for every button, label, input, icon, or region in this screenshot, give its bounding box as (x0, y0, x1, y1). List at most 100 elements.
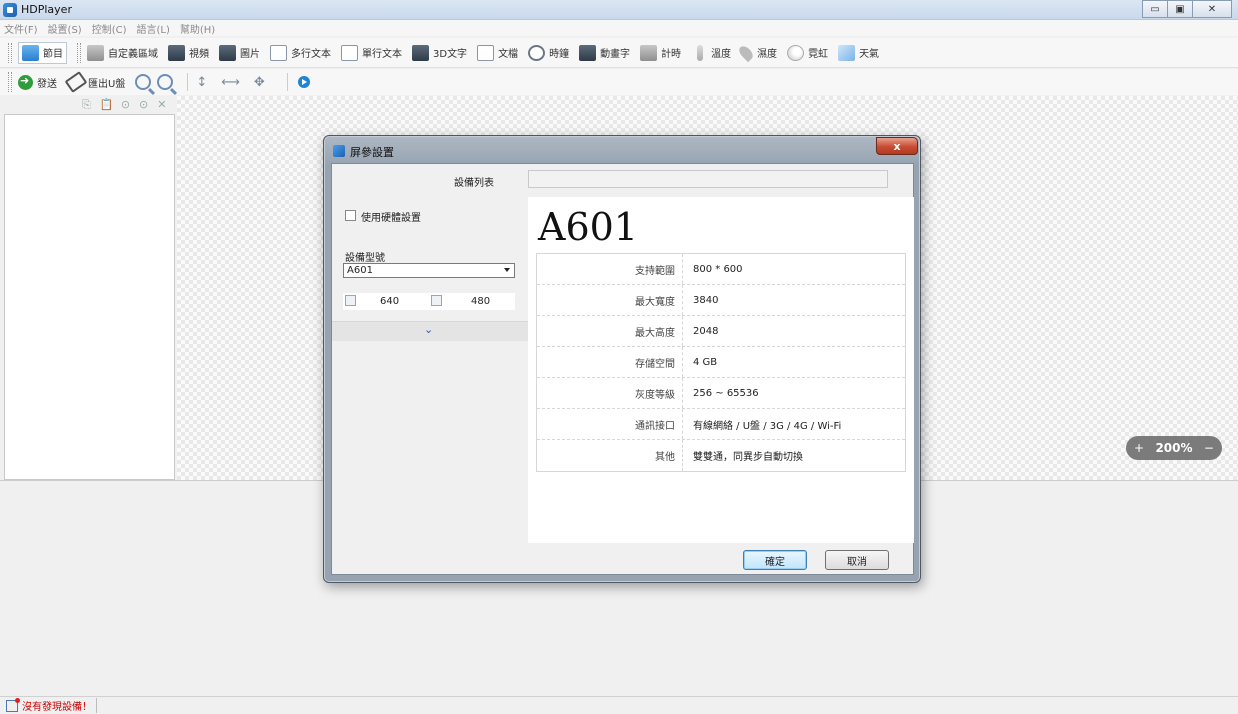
menu-control[interactable]: 控制(C) (92, 21, 127, 36)
delete-icon[interactable]: ✕ (157, 99, 166, 111)
device-status-icon (6, 697, 20, 712)
horizontal-resize-icon[interactable]: ⟷ (221, 75, 240, 90)
spec-value: 4 GB (693, 356, 718, 368)
zoom-out-icon[interactable] (157, 74, 174, 90)
spec-row: 灰度等級 256 ~ 65536 (537, 378, 905, 409)
export-usb-button[interactable]: 匯出U盤 (64, 71, 126, 93)
menu-file[interactable]: 文件(F) (4, 21, 38, 36)
3d-text-button[interactable]: 3D文字 (412, 44, 468, 61)
send-label: 發送 (37, 78, 57, 90)
spec-key: 最大高度 (537, 316, 683, 346)
animated-text-button[interactable]: 動畫字 (579, 44, 630, 61)
title-bar: HDPlayer ▭ ▣ ✕ (0, 0, 1238, 20)
3d-text-icon (412, 44, 429, 61)
spec-key: 灰度等級 (537, 378, 683, 408)
paste-icon[interactable]: 📋 (100, 99, 114, 111)
program-button[interactable]: 節目 (18, 41, 67, 64)
spec-key: 存儲空間 (537, 347, 683, 377)
menu-language[interactable]: 語言(L) (137, 21, 170, 36)
advanced-toggle[interactable]: ⌄ (332, 321, 528, 341)
device-model-label: 設備型號 (345, 253, 385, 264)
close-button[interactable]: ✕ (1192, 0, 1232, 18)
spec-table: 支持範圍 800 * 600 最大寬度 3840 最大高度 2048 存儲空間 4 GB… (536, 253, 906, 472)
device-model-select[interactable]: A601 (343, 263, 515, 278)
document-label: 文檔 (498, 49, 519, 60)
video-icon (168, 44, 185, 61)
humidity-button[interactable]: 濕度 (736, 43, 778, 62)
move-icon[interactable]: ✥ (254, 75, 265, 90)
spec-key: 其他 (537, 440, 683, 471)
device-model-value: A601 (347, 265, 373, 276)
single-line-text-icon (341, 44, 358, 61)
play-icon[interactable] (297, 76, 310, 88)
ok-button[interactable]: 確定 (743, 550, 807, 570)
custom-area-button[interactable]: 自定義區域 (87, 44, 158, 61)
export-usb-label: 匯出U盤 (88, 78, 126, 90)
timer-label: 計時 (661, 49, 682, 60)
vertical-resize-icon[interactable]: ↕ (196, 75, 207, 90)
neon-label: 霓虹 (808, 49, 829, 60)
toolbar-grip (8, 42, 12, 63)
width-icon (345, 295, 356, 306)
program-list[interactable] (4, 114, 175, 480)
picture-label: 圖片 (240, 49, 260, 60)
maximize-button[interactable]: ▣ (1167, 0, 1193, 18)
toolbar-grip (8, 72, 12, 92)
copy-icon[interactable]: ⎘ (82, 99, 91, 111)
timer-icon (640, 44, 658, 61)
clock-button[interactable]: 時鐘 (528, 44, 569, 61)
window-controls: ▭ ▣ ✕ (1142, 0, 1232, 18)
custom-area-icon (87, 44, 104, 61)
use-hardware-label: 使用硬體設置 (361, 213, 421, 224)
multiline-text-button[interactable]: 多行文本 (270, 44, 331, 61)
chevron-down-icon: ⌄ (424, 323, 434, 336)
height-field[interactable]: 480 (471, 296, 490, 307)
video-button[interactable]: 視頻 (168, 44, 209, 61)
dialog-close-button[interactable]: x (876, 137, 918, 155)
weather-label: 天氣 (859, 49, 880, 60)
spec-row: 最大高度 2048 (537, 316, 905, 347)
spec-key: 通訊接口 (537, 409, 683, 439)
spec-value: 256 ~ 65536 (693, 387, 759, 399)
single-line-text-button[interactable]: 單行文本 (341, 44, 402, 61)
menu-settings[interactable]: 設置(S) (48, 21, 82, 36)
minimize-button[interactable]: ▭ (1142, 0, 1168, 18)
neon-button[interactable]: 霓虹 (787, 44, 829, 61)
zoom-in-icon[interactable] (135, 74, 152, 90)
move-down-icon[interactable]: ⊙ (139, 99, 148, 111)
cancel-button[interactable]: 取消 (825, 550, 889, 570)
spec-value: 3840 (693, 294, 719, 306)
spec-row: 存儲空間 4 GB (537, 347, 905, 378)
use-hardware-checkbox[interactable] (345, 210, 356, 221)
app-logo-icon (3, 3, 17, 17)
temperature-button[interactable]: 溫度 (691, 44, 731, 61)
toolbar-separator (187, 73, 189, 91)
dialog-title: 屏參設置 (350, 146, 394, 159)
picture-icon (219, 44, 236, 61)
status-bar: 沒有發現設備！ (0, 696, 1238, 714)
spec-row: 最大寬度 3840 (537, 285, 905, 316)
height-icon (431, 295, 442, 306)
zoom-in-button[interactable]: + (1134, 441, 1144, 455)
width-field[interactable]: 640 (380, 296, 399, 307)
3d-text-label: 3D文字 (433, 49, 468, 60)
device-list-field[interactable] (528, 170, 888, 188)
timer-button[interactable]: 計時 (640, 44, 682, 61)
toolbar-separator (286, 73, 288, 91)
humidity-label: 濕度 (757, 49, 778, 60)
multiline-text-label: 多行文本 (291, 49, 331, 60)
picture-button[interactable]: 圖片 (219, 44, 260, 61)
zoom-level: 200% (1155, 441, 1193, 455)
move-up-icon[interactable]: ⊙ (121, 99, 130, 111)
send-button[interactable]: 發送 (18, 74, 57, 90)
document-button[interactable]: 文檔 (477, 44, 519, 61)
spec-value: 雙雙通，同異步自動切換 (693, 452, 803, 463)
program-label: 節目 (43, 49, 63, 60)
menu-bar: 文件(F) 設置(S) 控制(C) 語言(L) 幫助(H) (0, 20, 1238, 36)
weather-button[interactable]: 天氣 (838, 44, 880, 61)
spec-value: 2048 (693, 325, 719, 337)
zoom-out-button[interactable]: − (1204, 441, 1214, 455)
dialog-app-icon (333, 145, 345, 157)
menu-help[interactable]: 幫助(H) (180, 21, 215, 36)
spec-key: 支持範圍 (537, 254, 683, 284)
